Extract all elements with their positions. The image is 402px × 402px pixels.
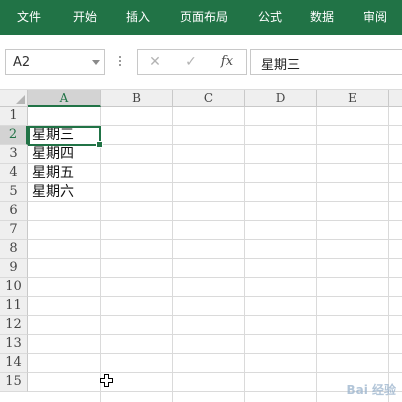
insert-function-icon[interactable]: fx: [218, 54, 236, 70]
column-header-e[interactable]: E: [317, 90, 389, 107]
name-box[interactable]: A2: [5, 49, 105, 75]
cell-a3[interactable]: 星期四: [29, 145, 100, 164]
tab-insert[interactable]: 插入: [126, 10, 150, 24]
name-box-value: A2: [13, 55, 31, 70]
formula-input[interactable]: 星期三: [250, 49, 402, 75]
watermark-logo: Bai 经验: [346, 383, 396, 397]
row-header-6[interactable]: 6: [0, 202, 28, 221]
row-header-3[interactable]: 3: [0, 145, 28, 164]
row-header-7[interactable]: 7: [0, 221, 28, 240]
row-header-12[interactable]: 12: [0, 316, 28, 335]
row-header-1[interactable]: 1: [0, 107, 28, 126]
check-icon[interactable]: ✓: [182, 54, 200, 70]
row-header-9[interactable]: 9: [0, 259, 28, 278]
formula-actions: ✕ ✓ fx: [137, 49, 247, 75]
formula-value: 星期三: [261, 58, 301, 73]
tab-review[interactable]: 审阅: [363, 10, 387, 24]
more-icon[interactable]: [119, 54, 122, 68]
row-header-14[interactable]: 14: [0, 354, 28, 373]
spreadsheet-grid[interactable]: A B C D E 1 2 3 4 5 6 7 8 9 10 11 12 13 …: [0, 90, 402, 402]
tab-data[interactable]: 数据: [310, 10, 334, 24]
tab-formulas[interactable]: 公式: [258, 10, 282, 24]
cell-a4[interactable]: 星期五: [29, 164, 100, 183]
tab-home[interactable]: 开始: [73, 10, 97, 24]
chevron-down-icon[interactable]: [92, 60, 100, 65]
row-header-5[interactable]: 5: [0, 183, 28, 202]
row-header-15[interactable]: 15: [0, 373, 28, 392]
row-header-4[interactable]: 4: [0, 164, 28, 183]
column-header-d[interactable]: D: [245, 90, 317, 107]
close-icon[interactable]: ✕: [146, 54, 164, 70]
column-header-a[interactable]: A: [28, 90, 101, 107]
row-header-8[interactable]: 8: [0, 240, 28, 259]
row-header-2[interactable]: 2: [0, 126, 28, 145]
tab-file[interactable]: 文件: [17, 10, 41, 24]
ribbon-tab-bar: 文件 开始 插入 页面布局 公式 数据 审阅: [0, 0, 402, 35]
row-header-11[interactable]: 11: [0, 297, 28, 316]
column-header-b[interactable]: B: [101, 90, 173, 107]
active-cell-border: [28, 126, 103, 148]
formula-bar: A2 ✕ ✓ fx 星期三: [0, 35, 402, 90]
tab-page-layout[interactable]: 页面布局: [180, 10, 228, 24]
column-header-c[interactable]: C: [173, 90, 245, 107]
cell-a5[interactable]: 星期六: [29, 183, 100, 202]
fill-handle[interactable]: [96, 141, 103, 148]
row-header-10[interactable]: 10: [0, 278, 28, 297]
select-all-button[interactable]: [0, 90, 28, 107]
row-header-13[interactable]: 13: [0, 335, 28, 354]
cross-cursor-icon: [100, 374, 113, 387]
column-header-f[interactable]: [389, 90, 402, 107]
